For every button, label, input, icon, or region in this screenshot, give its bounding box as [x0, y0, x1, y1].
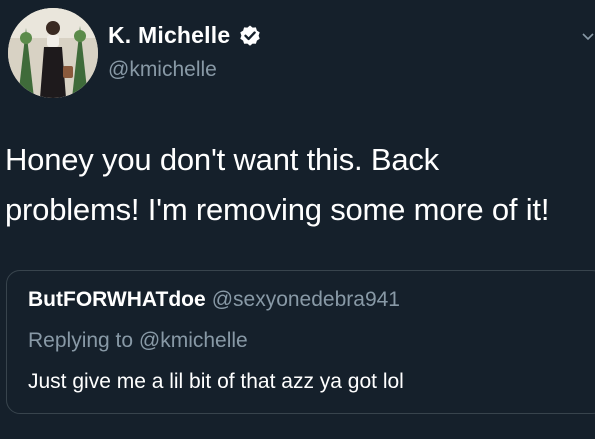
author-display-name[interactable]: K. Michelle [108, 22, 230, 49]
quoted-display-name: ButFORWHATdoe [28, 288, 206, 311]
tweet-body: Honey you don't want this. Back problems… [5, 135, 595, 235]
quoted-handle: @sexyonedebra941 [211, 288, 400, 311]
avatar-image [8, 8, 98, 98]
quoted-tweet[interactable]: ButFORWHATdoe @sexyonedebra941 Replying t… [6, 270, 595, 414]
tweet-text-line: Honey you don't want this. Back [5, 142, 439, 177]
tweet-card: K. Michelle @kmichelle Honey you don't w… [0, 0, 595, 439]
verified-badge-icon [238, 24, 262, 48]
quoted-tweet-header: ButFORWHATdoe @sexyonedebra941 [28, 288, 400, 312]
author-avatar[interactable] [8, 8, 98, 98]
author-name-row: K. Michelle [108, 22, 262, 49]
chevron-down-icon[interactable] [581, 30, 595, 44]
replying-to-label: Replying to @kmichelle [28, 329, 248, 352]
quoted-tweet-text: Just give me a lil bit of that azz ya go… [28, 370, 404, 393]
tweet-text-line: problems! I'm removing some more of it! [5, 192, 550, 227]
author-handle[interactable]: @kmichelle [108, 58, 217, 82]
